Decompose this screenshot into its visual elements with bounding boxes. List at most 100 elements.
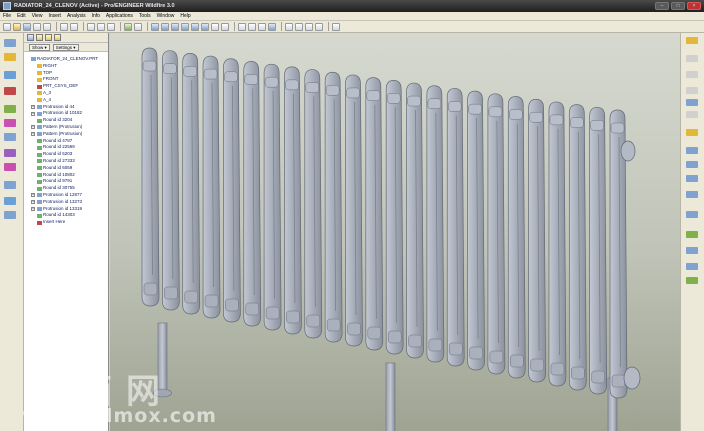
tree-item[interactable]: Insert Here xyxy=(24,219,108,226)
sketch-icon[interactable] xyxy=(4,133,16,141)
round-tool-icon[interactable] xyxy=(686,263,698,270)
settings-dropdown[interactable]: Settings ▾ xyxy=(52,43,79,51)
cut-icon[interactable] xyxy=(87,22,95,31)
undo-icon[interactable] xyxy=(60,22,68,31)
draft-tool-icon[interactable] xyxy=(686,247,698,254)
history-tab-icon[interactable] xyxy=(54,34,61,41)
csys-toggle-icon[interactable] xyxy=(315,22,323,31)
tree-item[interactable]: Round id 22569 xyxy=(24,144,108,151)
tree-item[interactable]: + Pattern (Protrusion) xyxy=(24,131,108,138)
navigator-icon[interactable] xyxy=(4,39,16,47)
tree-item[interactable]: + Protrusion id 13319 xyxy=(24,206,108,213)
menu-view[interactable]: View xyxy=(32,13,43,19)
blend-tool-icon[interactable] xyxy=(686,175,698,182)
menu-edit[interactable]: Edit xyxy=(17,13,26,19)
datum-axis-tool-icon[interactable] xyxy=(686,55,698,62)
analysis-icon[interactable] xyxy=(4,119,16,127)
expand-toggle[interactable]: + xyxy=(31,193,35,198)
zoom-out-icon[interactable] xyxy=(171,22,179,31)
tree-item[interactable]: + Protrusion id 13273 xyxy=(24,199,108,206)
print-icon[interactable] xyxy=(33,22,41,31)
maximize-button[interactable]: □ xyxy=(671,2,685,10)
expand-toggle[interactable]: + xyxy=(31,206,35,211)
open-icon[interactable] xyxy=(13,22,21,31)
expand-toggle[interactable]: + xyxy=(31,111,35,116)
redo-icon[interactable] xyxy=(70,22,78,31)
menu-window[interactable]: Window xyxy=(157,13,175,19)
repaint-icon[interactable] xyxy=(151,22,159,31)
wireframe-icon[interactable] xyxy=(238,22,246,31)
expand-toggle[interactable]: + xyxy=(31,125,35,130)
sweep-tool-icon[interactable] xyxy=(686,161,698,168)
model-tree-tab-icon[interactable] xyxy=(27,34,34,41)
minimize-button[interactable]: – xyxy=(655,2,669,10)
extrude-tool-icon[interactable] xyxy=(686,129,698,136)
datum-planes-toggle-icon[interactable] xyxy=(285,22,293,31)
regenerate-icon[interactable] xyxy=(124,22,132,31)
tree-item[interactable]: Round id 30755 xyxy=(24,185,108,192)
find-icon[interactable] xyxy=(134,22,142,31)
expand-toggle[interactable]: + xyxy=(31,200,35,205)
favorites-icon[interactable] xyxy=(4,71,16,79)
shading-icon[interactable] xyxy=(268,22,276,31)
feature-icon[interactable] xyxy=(4,105,16,113)
menu-insert[interactable]: Insert xyxy=(48,13,61,19)
graphics-viewport[interactable] xyxy=(110,33,680,431)
tree-item[interactable]: RADIATOR_24_CLENOV.PRT xyxy=(24,56,108,63)
menu-info[interactable]: Info xyxy=(92,13,100,19)
tree-item[interactable]: + Protrusion id 44 xyxy=(24,104,108,111)
email-icon[interactable] xyxy=(43,22,51,31)
relations-icon[interactable] xyxy=(4,163,16,171)
menu-file[interactable]: File xyxy=(3,13,11,19)
parameters-icon[interactable] xyxy=(4,181,16,189)
tree-item[interactable]: PRT_CSYS_DEF xyxy=(24,83,108,90)
tree-item[interactable]: + Pattern (Protrusion) xyxy=(24,124,108,131)
tree-item[interactable]: A_3 xyxy=(24,90,108,97)
expand-toggle[interactable]: + xyxy=(31,104,35,109)
tree-item[interactable]: Round id 3204 xyxy=(24,117,108,124)
view-manager-icon[interactable] xyxy=(221,22,229,31)
zoom-in-icon[interactable] xyxy=(161,22,169,31)
hole-tool-icon[interactable] xyxy=(686,191,698,198)
tree-item[interactable]: Round id 14303 xyxy=(24,212,108,219)
save-icon[interactable] xyxy=(23,22,31,31)
folder-tab-icon[interactable] xyxy=(36,34,43,41)
folder-browser-icon[interactable] xyxy=(4,53,16,61)
reorient-icon[interactable] xyxy=(191,22,199,31)
refit-icon[interactable] xyxy=(181,22,189,31)
tree-item[interactable]: Round id 5203 xyxy=(24,151,108,158)
paste-icon[interactable] xyxy=(107,22,115,31)
tree-item[interactable]: RIGHT xyxy=(24,63,108,70)
tree-item[interactable]: + Protrusion id 12877 xyxy=(24,192,108,199)
sketch-tool-icon[interactable] xyxy=(686,111,698,118)
favorites-tab-icon[interactable] xyxy=(45,34,52,41)
appearance-icon[interactable] xyxy=(4,211,16,219)
radiator-model[interactable] xyxy=(110,33,680,431)
tree-item[interactable]: A_4 xyxy=(24,97,108,104)
layers-icon[interactable] xyxy=(211,22,219,31)
datum-plane-tool-icon[interactable] xyxy=(686,37,698,44)
menu-help[interactable]: Help xyxy=(180,13,190,19)
expand-toggle[interactable]: + xyxy=(31,132,35,137)
datum-points-toggle-icon[interactable] xyxy=(305,22,313,31)
menu-tools[interactable]: Tools xyxy=(139,13,151,19)
tree-item[interactable]: + Protrusion id 10182 xyxy=(24,110,108,117)
menu-applications[interactable]: Applications xyxy=(106,13,133,19)
measure-icon[interactable] xyxy=(4,149,16,157)
tree-item[interactable]: Round id 4787 xyxy=(24,138,108,145)
close-button[interactable]: × xyxy=(687,2,701,10)
new-icon[interactable] xyxy=(3,22,11,31)
model-player-icon[interactable] xyxy=(4,197,16,205)
shell-tool-icon[interactable] xyxy=(686,211,698,218)
tree-item[interactable]: TOP xyxy=(24,70,108,77)
tree-item[interactable]: Round id 27333 xyxy=(24,158,108,165)
tree-item[interactable]: FRONT xyxy=(24,76,108,83)
help-icon[interactable] xyxy=(332,22,340,31)
chamfer-tool-icon[interactable] xyxy=(686,277,698,284)
csys-tool-icon[interactable] xyxy=(686,99,698,106)
point-tool-icon[interactable] xyxy=(686,87,698,94)
hidden-line-icon[interactable] xyxy=(248,22,256,31)
rib-tool-icon[interactable] xyxy=(686,231,698,238)
show-dropdown[interactable]: Show ▾ xyxy=(29,43,50,51)
revolve-tool-icon[interactable] xyxy=(686,147,698,154)
